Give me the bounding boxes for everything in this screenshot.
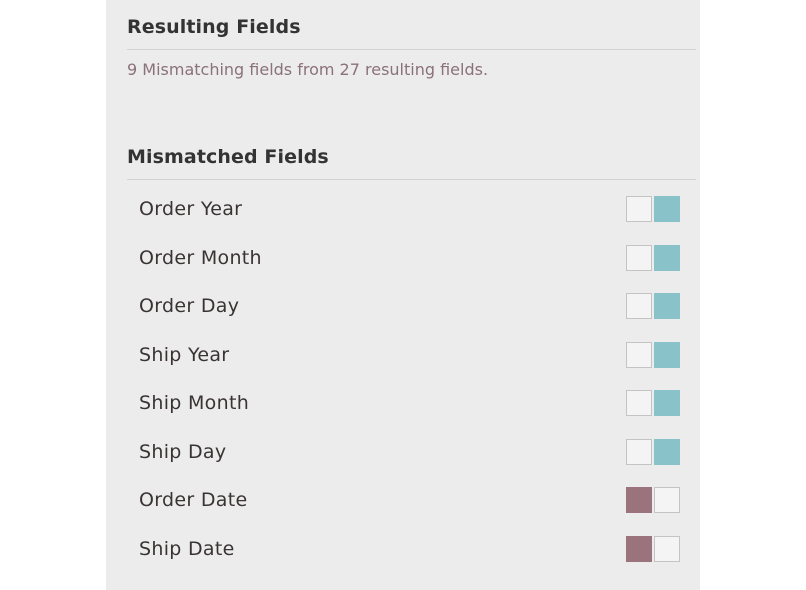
mismatched-field-row[interactable]: Ship Day xyxy=(127,429,696,478)
left-source-missing-swatch xyxy=(626,341,652,368)
mismatched-fields-divider xyxy=(127,179,696,180)
resulting-fields-divider xyxy=(127,49,696,50)
mismatched-fields-title: Mismatched Fields xyxy=(127,146,329,168)
right-source-present-swatch xyxy=(654,390,680,416)
fields-panel: Resulting Fields 9 Mismatching fields fr… xyxy=(106,0,700,590)
right-source-present-swatch xyxy=(654,293,680,319)
right-source-missing-swatch xyxy=(654,487,680,513)
field-label: Order Month xyxy=(139,246,262,269)
mismatched-field-list: Order Year Order Month Order Day Ship Year S… xyxy=(127,186,696,574)
left-source-missing-swatch xyxy=(626,438,652,465)
mismatched-field-row[interactable]: Ship Month xyxy=(127,380,696,429)
right-source-present-swatch xyxy=(654,341,680,368)
mismatched-field-row[interactable]: Order Year xyxy=(127,186,696,235)
source-indicator xyxy=(626,244,680,271)
left-source-present-swatch xyxy=(626,487,652,513)
field-label: Ship Date xyxy=(139,537,235,560)
source-indicator xyxy=(626,535,680,562)
resulting-fields-title: Resulting Fields xyxy=(127,16,301,38)
source-indicator xyxy=(626,341,680,368)
field-label: Ship Day xyxy=(139,440,227,463)
source-indicator xyxy=(626,293,680,319)
source-indicator xyxy=(626,487,680,513)
left-source-missing-swatch xyxy=(626,244,652,271)
left-source-present-swatch xyxy=(626,535,652,562)
right-source-present-swatch xyxy=(654,438,680,465)
field-label: Order Year xyxy=(139,198,243,220)
field-label: Ship Month xyxy=(139,392,250,414)
source-indicator xyxy=(626,390,680,416)
field-label: Ship Year xyxy=(139,343,230,366)
mismatched-field-row[interactable]: Order Day xyxy=(127,283,696,332)
mismatched-field-row[interactable]: Order Month xyxy=(127,235,696,284)
field-label: Order Day xyxy=(139,295,240,317)
left-source-missing-swatch xyxy=(626,390,652,416)
source-indicator xyxy=(626,438,680,465)
source-indicator xyxy=(626,196,680,222)
left-source-missing-swatch xyxy=(626,293,652,319)
mismatched-field-row[interactable]: Ship Date xyxy=(127,526,696,575)
resulting-fields-summary: 9 Mismatching fields from 27 resulting f… xyxy=(127,60,489,79)
left-source-missing-swatch xyxy=(626,196,652,222)
right-source-present-swatch xyxy=(654,244,680,271)
mismatched-field-row[interactable]: Order Date xyxy=(127,477,696,526)
field-label: Order Date xyxy=(139,489,248,511)
mismatched-field-row[interactable]: Ship Year xyxy=(127,332,696,381)
right-source-missing-swatch xyxy=(654,535,680,562)
right-source-present-swatch xyxy=(654,196,680,222)
